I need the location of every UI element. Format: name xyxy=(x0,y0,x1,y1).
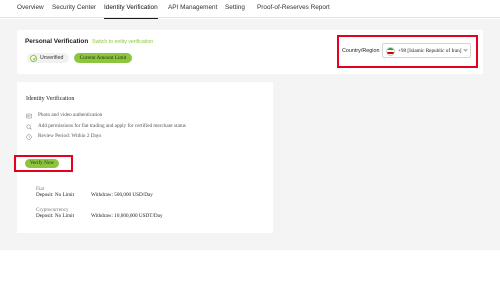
tab-proof-of-reserves[interactable]: Proof-of-Reserves Report xyxy=(257,4,330,18)
search-icon xyxy=(26,124,32,130)
verify-now-button[interactable]: Verify Now xyxy=(25,159,59,168)
crypto-deposit: Deposit: No Limit xyxy=(36,213,75,219)
personal-verification-title: Personal Verification xyxy=(25,38,89,45)
page-footer-area xyxy=(0,250,500,283)
country-region-select[interactable]: +98 [Islamic Republic of Iran] [Isl... xyxy=(382,43,471,58)
clock-icon xyxy=(26,134,32,140)
content-area: Personal Verification Switch to entity v… xyxy=(0,19,500,250)
country-region-label: Country/Region xyxy=(342,48,380,54)
unverified-status-badge: Unverified xyxy=(27,53,69,63)
country-region-value: +98 [Islamic Republic of Iran] [Isl... xyxy=(398,48,462,54)
crypto-withdraw: Withdraw: 10,000,000 USDT/Day xyxy=(91,213,163,219)
fiat-withdraw: Withdraw: 500,000 USD/Day xyxy=(91,192,153,198)
tab-setting[interactable]: Setting xyxy=(225,4,245,18)
id-card-icon xyxy=(26,113,32,119)
feature-text: Photo and video authentication xyxy=(38,112,103,118)
tab-identity-verification[interactable]: Identity Verification xyxy=(104,4,158,19)
current-amount-limit-button[interactable]: Current Amount Limit xyxy=(74,53,132,63)
iran-flag-icon xyxy=(386,46,395,56)
fiat-deposit: Deposit: No Limit xyxy=(36,192,75,198)
tab-overview[interactable]: Overview xyxy=(17,4,44,18)
tab-api-management[interactable]: API Management xyxy=(168,4,217,18)
feature-text: Review Period: Within 2 Days xyxy=(38,133,102,139)
chevron-down-icon xyxy=(463,47,468,52)
top-nav: Overview Security Center Identity Verifi… xyxy=(0,0,500,19)
feature-text: Add permissions for fiat trading and app… xyxy=(38,123,186,129)
identity-verification-card: Identity Verification Photo and video au… xyxy=(14,82,273,233)
identity-verification-title: Identity Verification xyxy=(26,96,75,102)
switch-to-entity-link[interactable]: Switch to entity verification xyxy=(92,39,153,45)
personal-verification-card: Personal Verification Switch to entity v… xyxy=(17,30,483,74)
verify-now-highlight: Verify Now xyxy=(14,155,73,172)
check-circle-icon xyxy=(30,54,37,62)
country-region-highlight: Country/Region +98 [Islamic Republic of … xyxy=(337,35,478,68)
unverified-label: Unverified xyxy=(40,55,64,61)
tab-security-center[interactable]: Security Center xyxy=(52,4,96,18)
fiat-limit-row: Deposit: No Limit Withdraw: 500,000 USD/… xyxy=(36,192,153,198)
crypto-limit-row: Deposit: No Limit Withdraw: 10,000,000 U… xyxy=(36,213,163,219)
